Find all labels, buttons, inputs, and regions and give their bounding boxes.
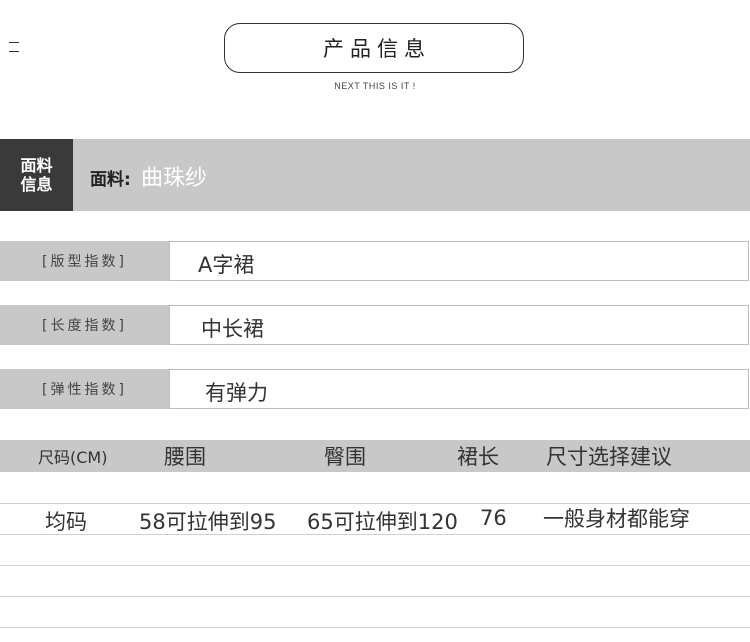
- cell-size: 均码: [45, 510, 87, 534]
- table-divider: [0, 627, 750, 628]
- spec-label-length: [长度指数]: [0, 305, 169, 345]
- spec-label-fit: [版型指数]: [0, 241, 169, 281]
- header-size: 尺码(CM): [38, 448, 108, 467]
- fabric-info-band: 面料 信息 面料: 曲珠纱: [0, 139, 750, 211]
- header-length: 裙长: [457, 445, 499, 469]
- spec-value-elasticity: 有弹力: [205, 381, 268, 405]
- spec-row-elasticity: [弹性指数] 有弹力: [0, 369, 750, 409]
- spec-row-fit: [版型指数] A字裙: [0, 241, 750, 281]
- fabric-tag-line2: 信息: [20, 175, 53, 194]
- table-divider: [0, 596, 750, 597]
- size-table-header: 尺码(CM) 腰围 臀围 裙长 尺寸选择建议: [0, 440, 750, 472]
- spec-label-elasticity: [弹性指数]: [0, 369, 169, 409]
- fabric-tag-line1: 面料: [20, 156, 53, 175]
- corner-mark-icon: [9, 40, 21, 54]
- fabric-value: 曲珠纱: [141, 166, 208, 191]
- header-advice: 尺寸选择建议: [546, 445, 672, 469]
- spec-row-length: [长度指数] 中长裙: [0, 305, 750, 345]
- spec-box-fit: A字裙: [169, 241, 749, 281]
- cell-length: 76: [480, 506, 507, 530]
- spec-box-elasticity: 有弹力: [169, 369, 749, 409]
- section-title: 产品信息: [224, 23, 524, 73]
- header-waist: 腰围: [164, 445, 206, 469]
- spec-box-length: 中长裙: [169, 305, 749, 345]
- table-divider: [0, 565, 750, 566]
- fabric-tag: 面料 信息: [0, 139, 73, 211]
- header-hip: 臀围: [324, 445, 366, 469]
- section-subtitle: NEXT THIS IS IT !: [334, 81, 416, 91]
- cell-waist: 58可拉伸到95: [139, 510, 277, 534]
- cell-hip: 65可拉伸到120: [307, 510, 458, 534]
- spec-value-fit: A字裙: [198, 253, 255, 277]
- cell-advice: 一般身材都能穿: [543, 507, 690, 531]
- spec-value-length: 中长裙: [201, 317, 264, 341]
- fabric-label: 面料:: [90, 170, 131, 190]
